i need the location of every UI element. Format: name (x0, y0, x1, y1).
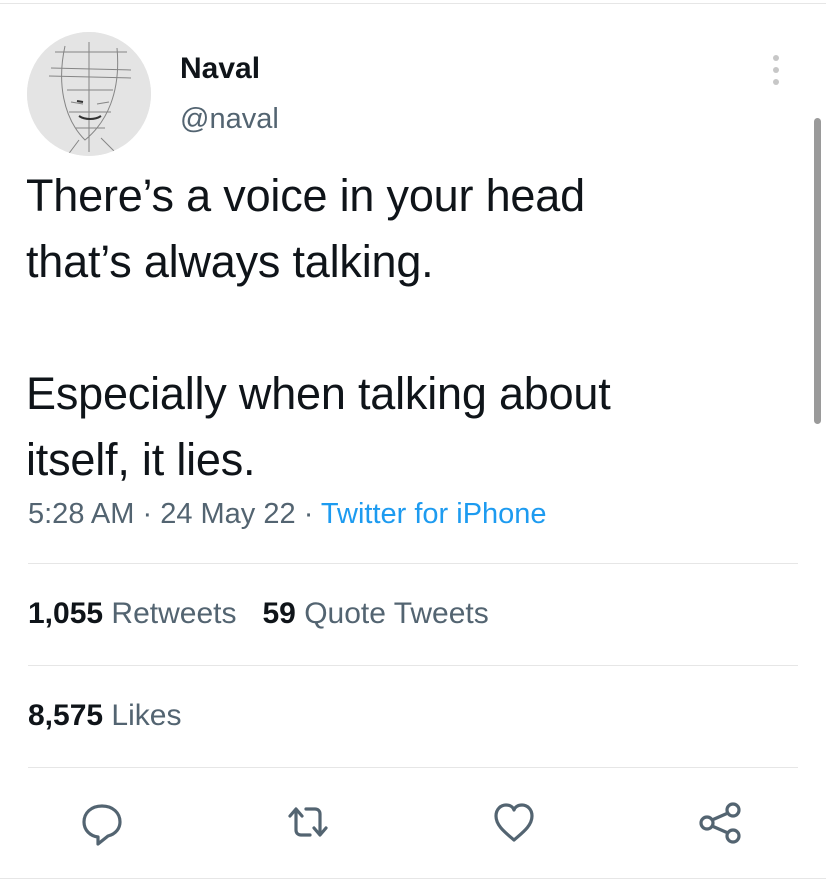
tweet-text-line: that’s always talking. (26, 236, 434, 287)
author-name[interactable]: Naval (180, 52, 260, 86)
top-divider (0, 3, 826, 4)
retweet-icon (288, 807, 328, 837)
reply-icon (82, 804, 122, 846)
tweet-text: There’s a voice in your head that’s alwa… (26, 163, 766, 493)
reply-button[interactable] (72, 792, 132, 852)
meta-separator: · (303, 498, 314, 530)
divider (28, 563, 798, 564)
avatar[interactable] (27, 32, 151, 156)
divider (28, 767, 798, 768)
likes-label: Likes (111, 699, 182, 732)
bottom-divider (0, 878, 826, 879)
tweet-text-line: Especially when talking about (26, 368, 611, 419)
tweet-source-link[interactable]: Twitter for iPhone (321, 498, 547, 530)
retweets-stat[interactable]: 1,055 Retweets (28, 597, 236, 630)
divider (28, 665, 798, 666)
meta-separator: · (142, 498, 153, 530)
tweet-text-line: itself, it lies. (26, 434, 256, 485)
tweet-text-line: There’s a voice in your head (26, 170, 585, 221)
quotes-label: Quote Tweets (304, 597, 489, 630)
share-icon (699, 802, 741, 844)
retweet-button[interactable] (278, 792, 338, 852)
likes-stat[interactable]: 8,575 Likes (28, 699, 181, 733)
quotes-count: 59 (262, 597, 296, 630)
quotes-stat[interactable]: 59 Quote Tweets (262, 597, 488, 630)
retweets-label: Retweets (111, 597, 237, 630)
tweet-time[interactable]: 5:28 AM (28, 498, 134, 530)
engagement-stats: 1,055 Retweets 59 Quote Tweets (28, 597, 489, 631)
author-handle[interactable]: @naval (180, 103, 279, 136)
tweet-date[interactable]: 24 May 22 (160, 498, 295, 530)
more-vertical-icon[interactable] (764, 52, 788, 88)
retweets-count: 1,055 (28, 597, 104, 630)
scrollbar[interactable] (814, 118, 821, 424)
tweet-metadata: 5:28 AM · 24 May 22 · Twitter for iPhone (28, 498, 547, 531)
avatar-sketch-image (27, 32, 151, 156)
heart-icon (494, 803, 534, 842)
likes-count: 8,575 (28, 699, 104, 732)
share-button[interactable] (690, 792, 750, 852)
like-button[interactable] (484, 792, 544, 852)
action-bar (0, 792, 826, 852)
